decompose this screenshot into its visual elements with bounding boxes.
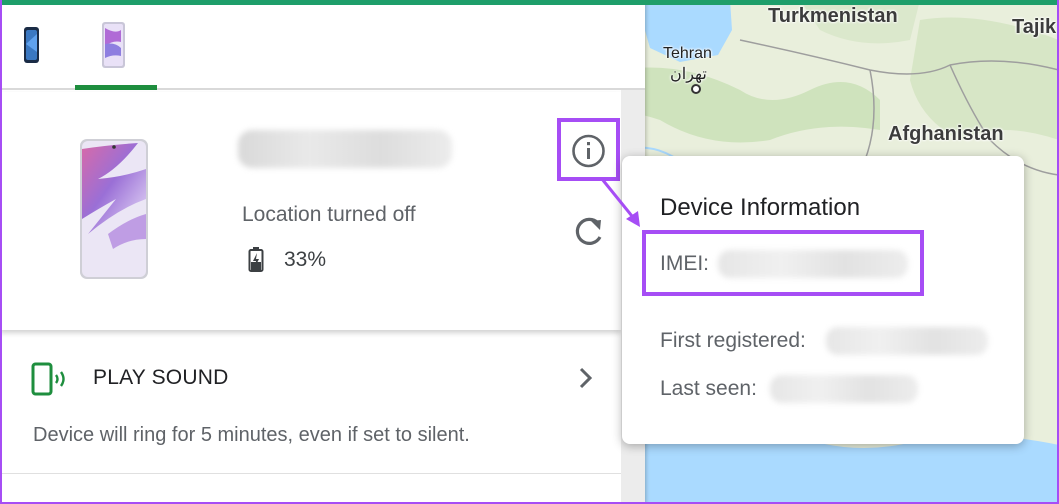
imei-label: IMEI: (660, 252, 710, 275)
play-sound-label: PLAY SOUND (93, 366, 229, 389)
device-image (80, 139, 148, 279)
first-registered-label: First registered: (660, 329, 806, 352)
section-divider (0, 473, 621, 474)
device-information-popup: Device Information IMEI: First registere… (622, 156, 1024, 444)
device-panel: Location turned off 33% PLAY SOUND Devic… (0, 0, 645, 504)
chevron-right-icon (579, 367, 593, 389)
last-seen-value-redacted (770, 375, 918, 403)
phone-ring-icon (31, 362, 65, 396)
map-label-tehran: Tehran (663, 45, 712, 62)
map-label-tajik: Tajik (1012, 16, 1057, 38)
device-info-button[interactable] (557, 118, 620, 181)
imei-value-redacted (718, 250, 908, 278)
popup-title: Device Information (660, 194, 861, 221)
info-circle-icon (572, 134, 605, 168)
phone-purple-icon (102, 22, 125, 68)
device-tabs (0, 0, 645, 90)
map-label-tehran-farsi: تهران (670, 66, 707, 83)
first-registered-value-redacted (826, 327, 988, 355)
tab-device-1[interactable] (0, 0, 82, 90)
tab-device-2[interactable] (75, 0, 157, 90)
phone-blue-icon (24, 27, 39, 63)
location-status: Location turned off (242, 203, 416, 226)
device-name-redacted (238, 130, 452, 168)
map-label-afghanistan: Afghanistan (888, 123, 1004, 145)
play-sound-description: Device will ring for 5 minutes, even if … (33, 424, 470, 446)
last-seen-label: Last seen: (660, 377, 757, 400)
map-label-turkmenistan: Turkmenistan (768, 5, 898, 27)
top-accent-bar (0, 0, 1059, 5)
battery-level: 33% (284, 248, 327, 271)
annotation-arrow-icon (600, 178, 640, 227)
battery-icon (248, 247, 264, 272)
